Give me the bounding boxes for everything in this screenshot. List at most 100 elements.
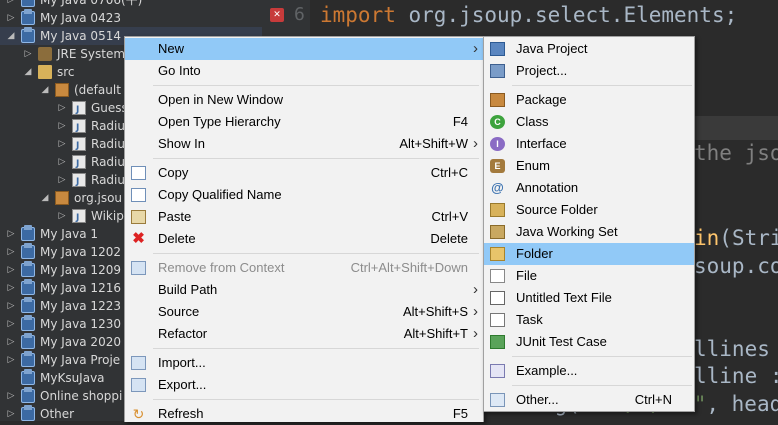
menu-item-other[interactable]: Other... Ctrl+N	[484, 389, 694, 411]
project-icon	[21, 315, 35, 331]
menu-item-label: Enum	[516, 158, 550, 173]
menu-item-file[interactable]: File	[484, 265, 694, 287]
file-icon	[72, 209, 86, 227]
menu-item-label: Copy Qualified Name	[158, 187, 282, 202]
menu-item-copy-qualified-name[interactable]: Copy Qualified Name	[125, 184, 483, 206]
menu-item-label: Annotation	[516, 180, 579, 195]
menu-item-enum[interactable]: E Enum	[484, 155, 694, 177]
file-icon	[72, 137, 86, 155]
menu-item-folder[interactable]: Folder	[484, 243, 694, 265]
file-icon	[72, 101, 86, 119]
expand-icon[interactable]: ▷	[23, 45, 33, 63]
menu-item-label: Example...	[516, 363, 578, 378]
menu-item-new[interactable]: New ›	[125, 38, 483, 60]
tree-item-label: My Java 0514	[40, 29, 121, 43]
code-comment-fragment: the jso	[694, 141, 778, 165]
expand-icon[interactable]: ▷	[6, 351, 16, 369]
menu-item-open-in-new-window[interactable]: Open in New Window	[125, 89, 483, 111]
project-icon	[21, 279, 35, 295]
menu-item-paste[interactable]: Paste Ctrl+V	[125, 206, 483, 228]
example-icon	[490, 364, 505, 378]
tree-item[interactable]: ▷ My Java 0423	[0, 9, 262, 27]
menu-item-go-into[interactable]: Go Into	[125, 60, 483, 82]
expand-icon[interactable]: ▷	[57, 99, 67, 117]
menu-separator	[512, 385, 692, 386]
expand-icon[interactable]: ▷	[6, 261, 16, 279]
error-marker-icon[interactable]: ✕	[270, 8, 284, 22]
collapse-icon[interactable]: ◢	[40, 81, 50, 99]
expand-icon[interactable]: ▷	[6, 387, 16, 405]
menu-item-label: Package	[516, 92, 567, 107]
expand-icon[interactable]: ▷	[6, 225, 16, 243]
expand-icon[interactable]: ▷	[6, 297, 16, 315]
collapse-icon[interactable]: ◢	[23, 63, 33, 81]
delete-icon: ✖	[132, 230, 145, 247]
menu-item-export[interactable]: Export...	[125, 374, 483, 396]
menu-item-label: File	[516, 268, 537, 283]
text-file-icon	[490, 291, 505, 305]
expand-icon[interactable]: ▷	[57, 171, 67, 189]
submenu-arrow-icon: ›	[473, 281, 478, 298]
menu-item-project[interactable]: Project...	[484, 60, 694, 82]
collapse-icon[interactable]: ◢	[40, 189, 50, 207]
menu-item-show-in[interactable]: Show In Alt+Shift+W ›	[125, 133, 483, 155]
code-jsoup-fragment: soup.con	[694, 254, 778, 278]
expand-icon[interactable]: ▷	[6, 243, 16, 261]
package-icon	[490, 93, 505, 107]
expand-icon[interactable]: ▷	[57, 153, 67, 171]
source-folder-icon	[490, 203, 505, 217]
menu-item-interface[interactable]: I Interface	[484, 133, 694, 155]
menu-item-shortcut: Alt+Shift+W	[399, 136, 468, 151]
new-submenu: Java Project Project... Package C Class I Inte…	[483, 36, 695, 412]
menu-item-package[interactable]: Package	[484, 89, 694, 111]
menu-item-copy[interactable]: Copy Ctrl+C	[125, 162, 483, 184]
collapse-icon[interactable]: ◢	[6, 27, 16, 45]
menu-item-refresh[interactable]: ↻ Refresh F5	[125, 403, 483, 425]
expand-icon[interactable]: ▷	[6, 9, 16, 27]
expand-icon[interactable]: ▷	[57, 135, 67, 153]
menu-item-source[interactable]: Source Alt+Shift+S ›	[125, 301, 483, 323]
menu-separator	[153, 348, 479, 349]
menu-item-build-path[interactable]: Build Path ›	[125, 279, 483, 301]
folder-icon	[490, 247, 505, 261]
menu-item-refactor[interactable]: Refactor Alt+Shift+T ›	[125, 323, 483, 345]
tree-item-label: My Java 2020	[40, 335, 121, 349]
expand-icon[interactable]: ▷	[6, 279, 16, 297]
tree-item-label: org.jsou	[74, 191, 123, 205]
menu-item-shortcut: Ctrl+V	[431, 209, 468, 224]
menu-item-shortcut: Ctrl+C	[430, 165, 468, 180]
expand-icon[interactable]: ▷	[57, 117, 67, 135]
tree-item[interactable]: ▷ My Java 0706(午)	[0, 0, 262, 9]
menu-item-class[interactable]: C Class	[484, 111, 694, 133]
menu-item-delete[interactable]: ✖ Delete Delete	[125, 228, 483, 250]
project-icon	[21, 297, 35, 313]
menu-item-shortcut: Alt+Shift+S	[402, 304, 468, 319]
menu-item-untitled-text-file[interactable]: Untitled Text File	[484, 287, 694, 309]
expand-icon[interactable]: ▷	[57, 207, 67, 225]
keyword-import: import	[320, 3, 396, 27]
menu-separator	[153, 85, 479, 86]
menu-item-label: Import...	[158, 355, 206, 370]
import-path: org.jsoup.select.Elements;	[408, 3, 738, 27]
menu-item-junit-test-case[interactable]: JUnit Test Case	[484, 331, 694, 353]
other-icon	[490, 393, 505, 407]
menu-item-open-type-hierarchy[interactable]: Open Type Hierarchy F4	[125, 111, 483, 133]
tree-item-label: (default	[74, 83, 121, 97]
menu-item-label: Source	[158, 304, 200, 319]
menu-item-task[interactable]: Task	[484, 309, 694, 331]
expand-icon[interactable]: ▷	[6, 333, 16, 351]
menu-item-label: Folder	[516, 246, 553, 261]
menu-item-shortcut: Ctrl+N	[634, 392, 672, 407]
tree-item-label: My Java 1230	[40, 317, 121, 331]
expand-icon[interactable]: ▷	[6, 405, 16, 421]
menu-item-annotation[interactable]: @ Annotation	[484, 177, 694, 199]
lib-icon	[38, 47, 52, 61]
menu-item-java-working-set[interactable]: Java Working Set	[484, 221, 694, 243]
menu-item-source-folder[interactable]: Source Folder	[484, 199, 694, 221]
menu-item-example[interactable]: Example...	[484, 360, 694, 382]
expand-icon[interactable]: ▷	[6, 0, 16, 9]
file-icon	[72, 173, 86, 191]
menu-item-import[interactable]: Import...	[125, 352, 483, 374]
menu-item-java-project[interactable]: Java Project	[484, 38, 694, 60]
expand-icon[interactable]: ▷	[6, 315, 16, 333]
